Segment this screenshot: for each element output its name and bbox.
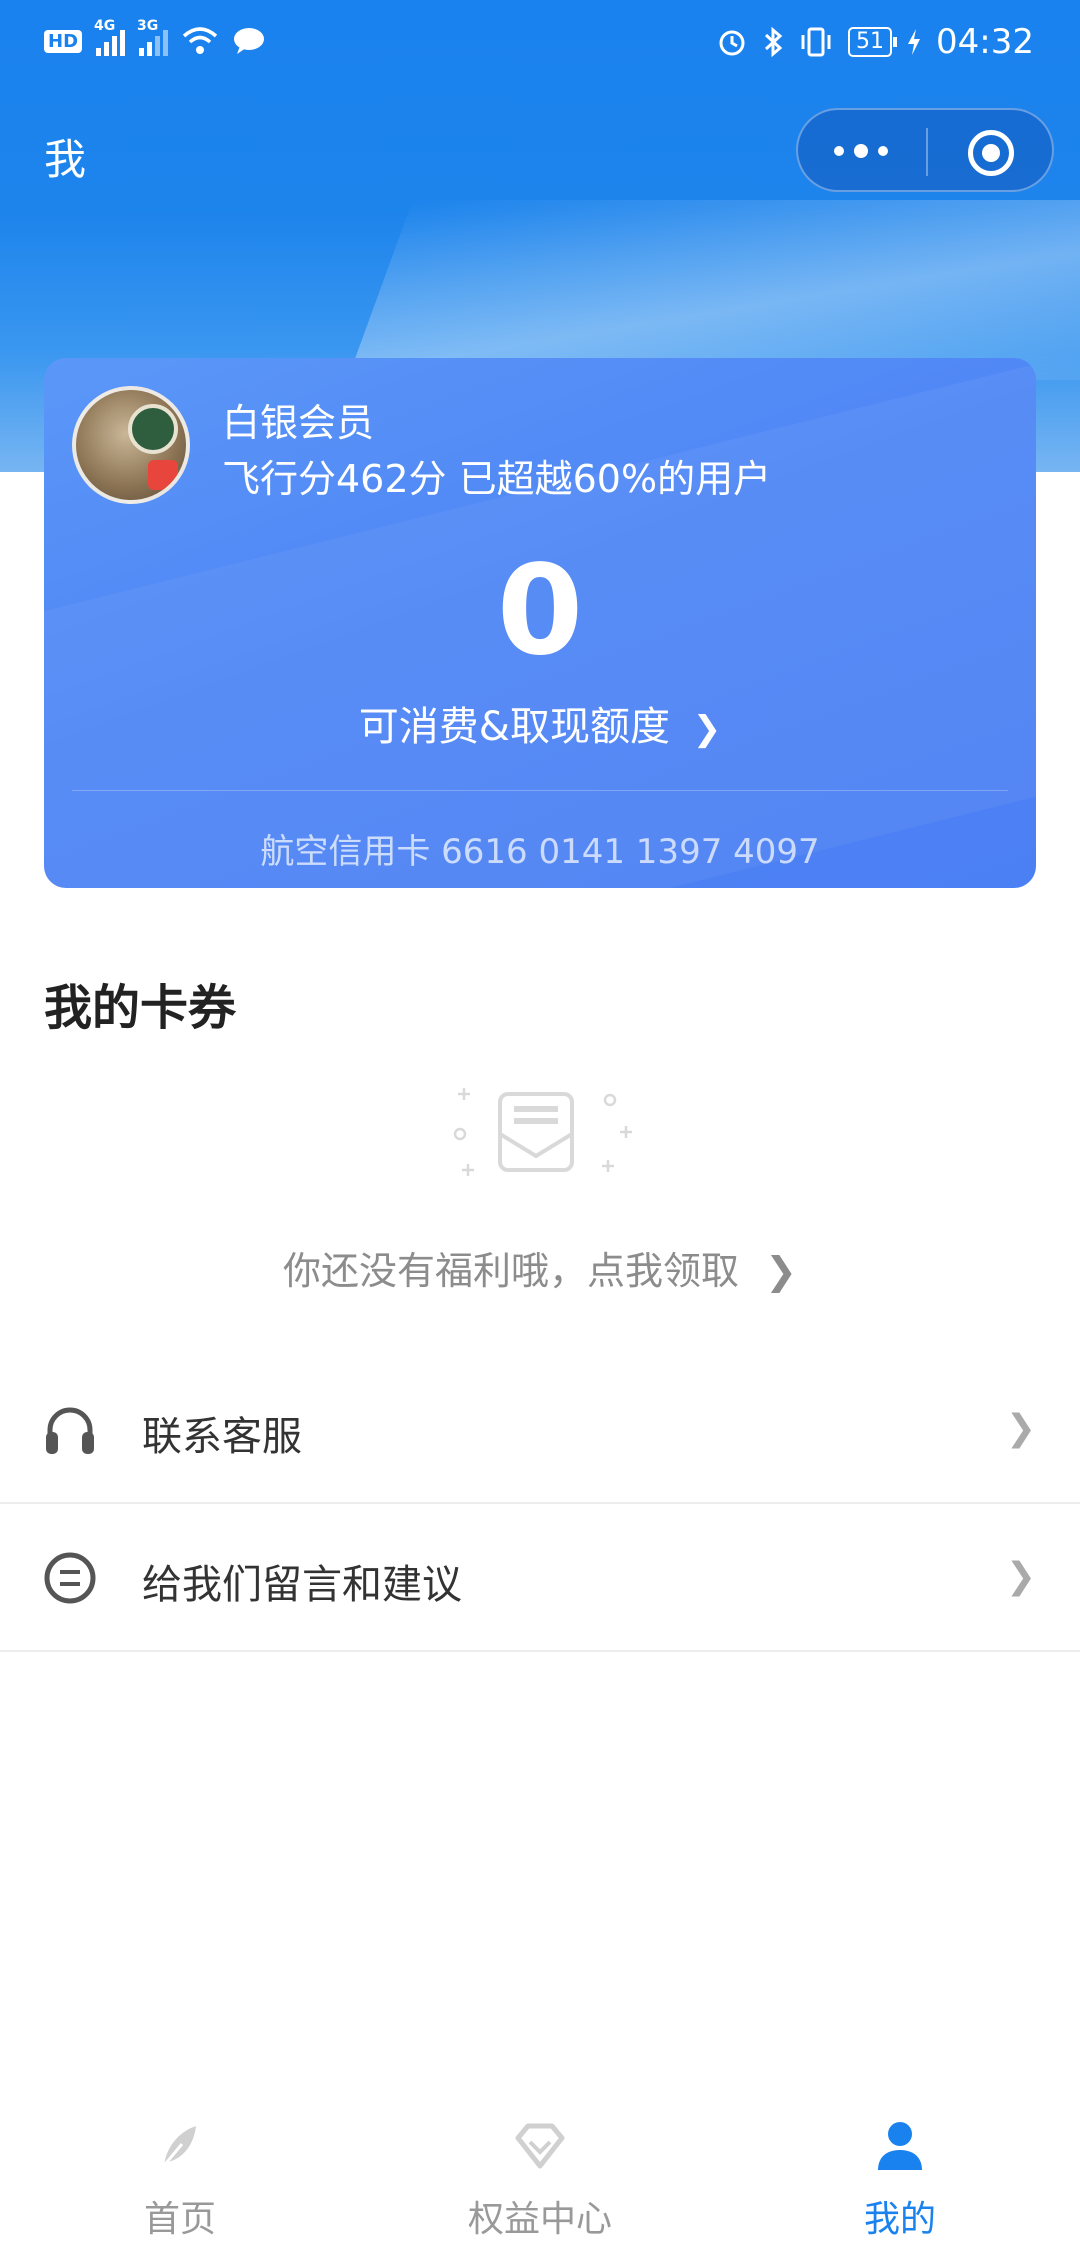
flight-score: 飞行分462分 已超越60%的用户: [222, 457, 772, 501]
card-number: 航空信用卡 6616 0141 1397 4097: [260, 832, 820, 872]
chat-icon: [234, 28, 265, 54]
message-icon: [44, 1552, 96, 1604]
capsule-divider: [926, 128, 928, 176]
avatar-flag-graphic: [148, 460, 178, 490]
bottom-tab-bar: 首页 权益中心 我的: [0, 2090, 1080, 2244]
more-menu-button[interactable]: [834, 144, 888, 158]
charging-icon: [908, 29, 921, 55]
network-type-b: 3G: [137, 18, 159, 34]
empty-coupons-text: 你还没有福利哦，点我领取: [283, 1249, 740, 1293]
close-miniprogram-button[interactable]: [968, 130, 1014, 176]
status-bar: HD 4G 3G 51 04:32: [0, 0, 1080, 86]
tab-mine[interactable]: 我的: [720, 2090, 1080, 2244]
status-left: HD 4G 3G: [44, 18, 266, 56]
vibrate-icon: [801, 27, 831, 57]
quota-link[interactable]: 可消费&取现额度 ❯: [44, 694, 1036, 752]
bluetooth-icon: [764, 26, 783, 58]
battery-indicator: 51: [848, 27, 898, 57]
card-divider: [72, 790, 1008, 791]
chevron-right-icon: ❯: [692, 709, 722, 749]
chevron-right-icon: ❯: [1005, 1556, 1036, 1597]
quota-label: 可消费&取现额度: [358, 704, 670, 750]
network-type-a: 4G: [94, 18, 116, 34]
alarm-icon: [719, 30, 745, 56]
avatar-cup-graphic: [128, 404, 178, 454]
airplane-wing-graphic: [347, 200, 1080, 380]
tab-benefits[interactable]: 权益中心: [360, 2090, 720, 2244]
tab-label: 权益中心: [467, 2199, 612, 2240]
tab-home[interactable]: 首页: [0, 2090, 360, 2244]
chevron-right-icon: ❯: [1005, 1408, 1036, 1449]
signal-icon: 4G: [94, 18, 126, 56]
member-card[interactable]: 白银会员 飞行分462分 已超越60%的用户 0 可消费&取现额度 ❯ 航空信用…: [44, 358, 1036, 888]
tab-label: 我的: [863, 2199, 936, 2240]
coupons-title: 我的卡券: [44, 980, 237, 1036]
list-item-label: 给我们留言和建议: [142, 1562, 462, 1608]
feather-icon: [160, 2126, 196, 2169]
status-time: 04:32: [936, 22, 1034, 62]
claim-benefits-link[interactable]: 你还没有福利哦，点我领取 ❯: [0, 1240, 1080, 1295]
contact-service-item[interactable]: 联系客服 ❯: [0, 1356, 1080, 1504]
feedback-item[interactable]: 给我们留言和建议 ❯: [0, 1504, 1080, 1652]
wifi-icon: [182, 27, 218, 54]
status-right: 51 04:32: [716, 22, 1034, 62]
page-title: 我: [44, 135, 87, 184]
member-level: 白银会员: [222, 401, 375, 445]
miniprogram-capsule: [796, 108, 1054, 192]
hd-badge: HD: [44, 29, 83, 53]
chevron-right-icon: ❯: [765, 1249, 797, 1293]
avatar[interactable]: [72, 386, 190, 504]
empty-envelope-icon: [453, 1088, 632, 1176]
diamond-icon: [515, 2123, 565, 2169]
signal-icon-2: 3G: [137, 18, 169, 56]
available-amount: 0: [496, 539, 584, 683]
tab-label: 首页: [143, 2199, 216, 2240]
headset-icon: [46, 1407, 94, 1454]
list-item-label: 联系客服: [142, 1414, 302, 1460]
person-icon: [878, 2122, 922, 2170]
